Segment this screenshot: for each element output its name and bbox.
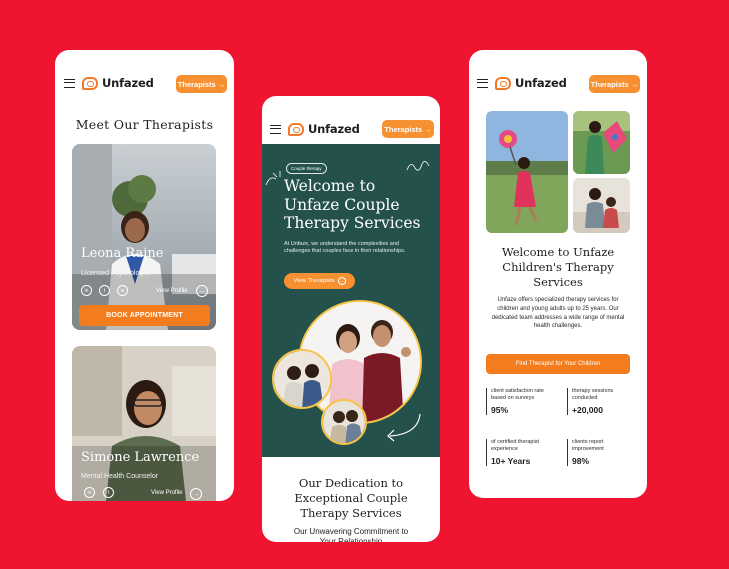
logo[interactable]: Unfazed: [495, 76, 567, 90]
stat-item: client satisfaction rate based on survey…: [486, 388, 556, 415]
therapist-name: Simone Lawrence: [81, 450, 200, 465]
section-title: Our Dedication to Exceptional Couple The…: [294, 476, 408, 520]
menu-icon[interactable]: [270, 125, 281, 134]
squiggle-icon: [406, 161, 430, 171]
book-appointment-button[interactable]: BOOK APPOINTMENT: [79, 305, 210, 326]
navbar: Unfazed Therapists →: [262, 96, 440, 138]
navbar: Unfazed Therapists →: [469, 50, 647, 93]
therapist-card: Simone Lawrence Mental Health Counselor …: [72, 346, 216, 501]
father-child-illustration: [573, 178, 630, 233]
stat-item: therapy sessions conducted +20,000: [567, 388, 629, 415]
hero-description: At Unfaze, we understand the complexitie…: [284, 241, 406, 254]
therapists-nav-label: Therapists: [177, 79, 216, 89]
view-profile-link[interactable]: View Profile: [151, 490, 183, 496]
stat-value: 10+ Years: [491, 456, 531, 466]
find-therapist-button[interactable]: Find Therapist for Your Children: [486, 354, 630, 374]
view-profile-link[interactable]: View Profile: [156, 288, 188, 294]
logo-icon: [288, 122, 304, 136]
logo-icon: [495, 76, 511, 90]
couple-sofa-illustration: [323, 401, 365, 443]
therapist-photo: [72, 144, 216, 330]
logo[interactable]: Unfazed: [288, 122, 360, 136]
boy-kite-illustration: [573, 111, 630, 174]
page-description: Unfaze offers specialized therapy servic…: [491, 297, 625, 330]
stat-label: therapy sessions conducted: [572, 388, 614, 401]
therapists-nav-button[interactable]: Therapists →: [382, 120, 434, 138]
navbar: Unfazed Therapists →: [55, 50, 234, 93]
logo-text: Unfazed: [308, 122, 360, 136]
twitter-icon[interactable]: t: [99, 285, 110, 296]
stat-value: 98%: [572, 456, 590, 466]
menu-icon[interactable]: [477, 79, 488, 88]
arrow-right-icon: →: [337, 277, 346, 285]
logo[interactable]: Unfazed: [82, 76, 154, 90]
father-child-photo: [573, 178, 630, 233]
logo-text: Unfazed: [102, 76, 154, 90]
page-title: Welcome to Unfaze Children's Therapy Ser…: [501, 245, 615, 289]
therapist-card: Leona Raine Licensed Psychologist in t w…: [72, 144, 216, 330]
family-photo: [272, 349, 332, 409]
linkedin-icon[interactable]: in: [81, 285, 92, 296]
arrow-right-icon[interactable]: →: [196, 285, 208, 297]
logo-text: Unfazed: [515, 76, 567, 90]
twitter-icon[interactable]: t: [103, 487, 114, 498]
therapists-phone: Unfazed Therapists → Meet Our Therapists: [55, 50, 234, 501]
arrow-right-icon: →: [630, 79, 639, 89]
menu-icon[interactable]: [64, 79, 75, 88]
therapists-nav-label: Therapists: [384, 124, 423, 134]
couple-sofa-photo: [321, 399, 367, 445]
therapist-name: Leona Raine: [81, 246, 164, 261]
child-pinwheel-illustration: [486, 111, 568, 233]
logo-icon: [82, 76, 98, 90]
stat-item: of certified therapist experience 10+ Ye…: [486, 439, 556, 466]
therapists-nav-button[interactable]: Therapists →: [176, 75, 227, 93]
linkedin-icon[interactable]: in: [84, 487, 95, 498]
doodle-icon: [265, 171, 281, 186]
category-badge: Couple therapy: [286, 163, 327, 174]
arrow-right-icon: →: [217, 79, 226, 89]
children-therapy-phone: Unfazed Therapists → Welcome to Unfaze C…: [469, 50, 647, 498]
stat-label: of certified therapist experience: [491, 439, 539, 452]
arrow-doodle-icon: [387, 413, 421, 442]
stat-value: 95%: [491, 405, 509, 415]
hero-title: Welcome to Unfaze Couple Therapy Service…: [284, 177, 421, 232]
therapists-nav-button[interactable]: Therapists →: [589, 75, 640, 93]
arrow-right-icon: →: [424, 124, 432, 134]
view-therapists-label: View Therapists: [293, 278, 335, 284]
section-subtitle: Our Unwavering Commitment to Your Relati…: [293, 527, 409, 542]
stat-label: clients report improvement: [572, 439, 604, 452]
arrow-right-icon[interactable]: →: [190, 488, 202, 500]
child-pinwheel-photo: [486, 111, 568, 233]
therapists-nav-label: Therapists: [590, 79, 629, 89]
view-therapists-button[interactable]: View Therapists →: [284, 273, 355, 289]
hero-section: Couple therapy Welcome to Unfaze Couple …: [262, 144, 440, 457]
page-title: Meet Our Therapists: [75, 117, 214, 132]
boy-kite-photo: [573, 111, 630, 174]
website-icon[interactable]: w: [117, 285, 128, 296]
stat-item: clients report improvement 98%: [567, 439, 629, 466]
therapist-role: Licensed Psychologist: [81, 270, 151, 277]
stat-label: client satisfaction rate based on survey…: [491, 388, 544, 401]
therapist-role: Mental Health Counselor: [81, 473, 159, 480]
stat-value: +20,000: [572, 405, 603, 415]
couple-therapy-phone: Unfazed Therapists → Couple therapy Welc…: [262, 96, 440, 542]
